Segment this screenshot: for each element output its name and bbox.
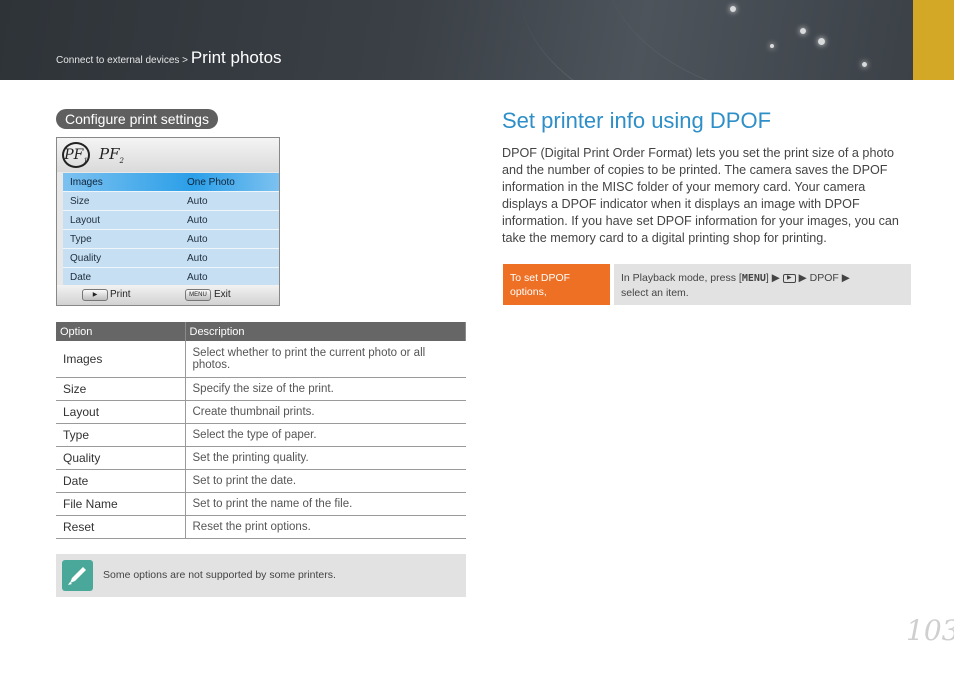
option-cell: File Name [56,492,186,516]
header-sparkle [818,38,825,45]
description-cell: Select the type of paper. [185,423,466,447]
column-header-description: Description [185,322,466,341]
pencil-note-icon [62,560,93,591]
breadcrumb: Connect to external devices > Print phot… [56,48,282,68]
table-row: Images Select whether to print the curren… [56,341,466,378]
column-header-option: Option [56,322,186,341]
chapter-tab-accent [913,0,954,80]
description-cell: Reset the print options. [185,515,466,539]
arrow-right-icon: ▶ [771,272,780,284]
table-row: Reset Reset the print options. [56,515,466,539]
arrow-right-icon: ▶ [798,272,807,284]
print-label: Print [110,289,131,300]
lcd-row-size[interactable]: Size Auto [63,192,279,211]
lcd-row-layout[interactable]: Layout Auto [63,211,279,230]
playback-menu-icon: ▶ [782,273,796,283]
step-instructions: In Playback mode, press [MENU] ▶ ▶ ▶ DPO… [614,264,911,305]
description-cell: Specify the size of the print. [185,377,466,401]
breadcrumb-current: Print photos [190,48,282,67]
camera-lcd-screen: PF1 PF2 Images One Photo Size Auto Layout A… [56,137,280,306]
section-title-pill: Configure print settings [56,109,218,129]
table-row: Layout Create thumbnail prints. [56,400,466,424]
header-sparkle [770,44,774,48]
pictbridge-2-icon: PF2 [99,145,124,165]
option-cell: Type [56,423,186,447]
menu-button-icon: MENU [185,289,211,301]
play-button-icon: ▶ [82,289,108,301]
note-box: Some options are not supported by some p… [56,554,466,597]
option-cell: Size [56,377,186,401]
table-header-row: Option Description [56,322,466,341]
lcd-row-quality[interactable]: Quality Auto [63,249,279,268]
page-title: Set printer info using DPOF [502,108,772,133]
option-cell: Quality [56,446,186,470]
arrow-right-icon: ▶ [841,272,850,284]
dpof-menu-label: DPOF [809,272,839,284]
lcd-footer: ▶ Print MENU Exit [57,285,279,305]
description-cell: Set to print the name of the file. [185,492,466,516]
header-sparkle [730,6,736,12]
step-label: To set DPOF options, [503,264,610,305]
lcd-row-type[interactable]: Type Auto [63,230,279,249]
table-row: Date Set to print the date. [56,469,466,493]
header-sparkle [862,62,867,67]
breadcrumb-parent[interactable]: Connect to external devices > [56,55,188,66]
table-row: Type Select the type of paper. [56,423,466,447]
description-cell: Set the printing quality. [185,446,466,470]
note-text: Some options are not supported by some p… [103,569,336,581]
option-cell: Date [56,469,186,493]
table-row: File Name Set to print the name of the fi… [56,492,466,516]
header-sparkle [800,28,806,34]
dpof-description: DPOF (Digital Print Order Format) lets y… [502,146,899,245]
exit-label: Exit [214,289,231,300]
lcd-row-images[interactable]: Images One Photo [63,173,279,192]
lcd-settings-list: Images One Photo Size Auto Layout Auto Type… [63,173,279,287]
table-row: Size Specify the size of the print. [56,377,466,401]
description-cell: Create thumbnail prints. [185,400,466,424]
options-table: Option Description Images Select whether … [56,322,466,539]
option-cell: Reset [56,515,186,539]
option-cell: Layout [56,400,186,424]
menu-key-label: MENU [741,273,766,284]
description-cell: Select whether to print the current phot… [185,341,466,378]
lcd-icon-bar: PF1 PF2 [57,138,279,172]
pictbridge-1-icon: PF1 [62,142,90,168]
description-cell: Set to print the date. [185,469,466,493]
page-number: 103 [906,614,954,647]
option-cell: Images [56,341,186,378]
page-header: Connect to external devices > Print phot… [0,0,913,80]
table-row: Quality Set the printing quality. [56,446,466,470]
